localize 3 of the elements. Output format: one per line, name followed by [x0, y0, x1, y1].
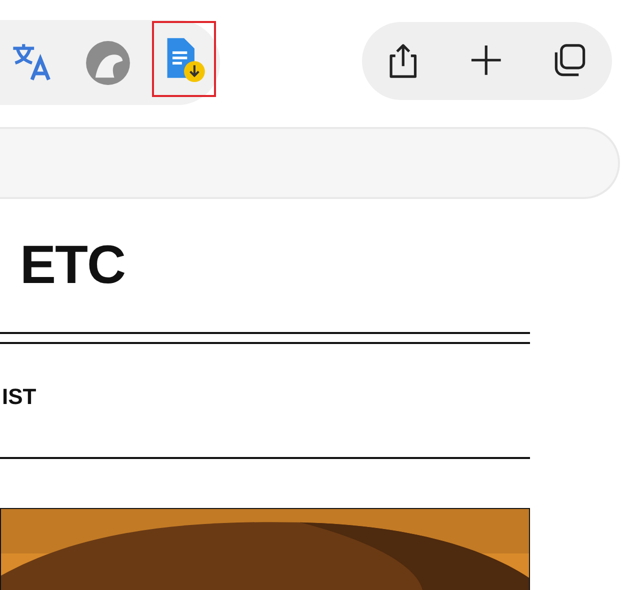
section-label: IST — [1, 384, 38, 410]
page-heading: ETC — [19, 235, 126, 295]
avatar-icon[interactable] — [85, 40, 131, 86]
